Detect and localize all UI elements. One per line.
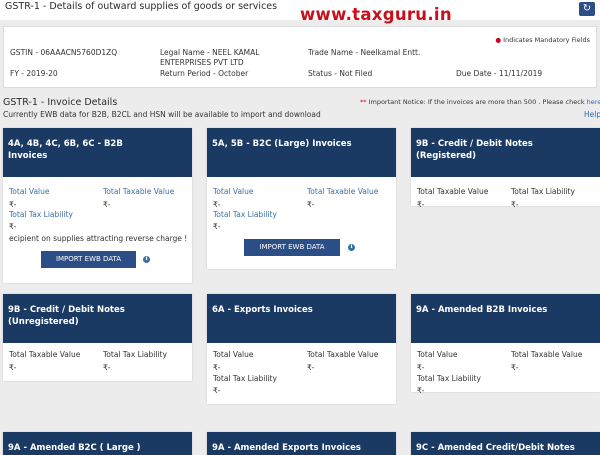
important-notice: ** Important Notice: If the invoices are… <box>360 98 600 106</box>
notice-here-link[interactable]: here <box>587 98 600 106</box>
taxpayer-info-box: ● Indicates Mandatory Fields GSTIN - 06A… <box>3 26 597 88</box>
return-period: Return Period - October <box>160 69 249 78</box>
tile-header[interactable]: 9A - Amended B2C ( Large ) <box>3 432 192 455</box>
tile-cdn-registered[interactable]: 9B - Credit / Debit Notes (Registered) T… <box>411 128 600 209</box>
tile-header[interactable]: 9A - Amended B2B Invoices <box>411 294 600 343</box>
tile-title: 9C - Amended Credit/Debit Notes <box>416 443 575 453</box>
page-title: GSTR-1 - Details of outward supplies of … <box>5 1 278 12</box>
total-tax-liability: ₹- <box>213 386 221 395</box>
info-icon[interactable]: i <box>143 256 150 263</box>
tile-title-line-2: Invoices <box>8 151 48 161</box>
total-tax-liability: ₹- <box>417 386 425 395</box>
total-taxable-value: ₹- <box>9 363 17 372</box>
tile-amended-b2b-invoices[interactable]: 9A - Amended B2B Invoices Total Value ₹-… <box>411 294 600 395</box>
tile-header[interactable]: 5A, 5B - B2C (Large) Invoices <box>207 128 396 177</box>
required-asterisk-icon: ● <box>495 36 502 44</box>
total-value: ₹- <box>213 200 221 209</box>
tile-header[interactable]: 9B - Credit / Debit Notes (Unregistered) <box>3 294 192 343</box>
watermark: www.taxguru.in <box>300 5 452 24</box>
total-taxable-value: ₹- <box>511 363 519 372</box>
total-tax-liability: ₹- <box>511 200 519 209</box>
total-tax-liability: ₹- <box>213 222 221 231</box>
mandatory-fields-note: ● Indicates Mandatory Fields <box>495 36 590 44</box>
total-tax-liability-label: Total Tax Liability <box>213 374 277 383</box>
mandatory-note-text: Indicates Mandatory Fields <box>503 36 590 44</box>
total-tax-liability-label: Total Tax Liability <box>213 210 277 219</box>
import-ewb-data-button[interactable]: IMPORT EWB DATA <box>41 251 136 268</box>
legal-name-line-1: Legal Name - NEEL KAMAL <box>160 48 260 57</box>
ewb-note: Currently EWB data for B2B, B2CL and HSN… <box>3 110 321 119</box>
tile-amended-b2c-large[interactable]: 9A - Amended B2C ( Large ) <box>3 432 192 455</box>
return-status: Status - Not Filed <box>308 69 373 78</box>
info-icon[interactable]: i <box>348 244 355 251</box>
financial-year: FY - 2019-20 <box>10 69 58 78</box>
total-taxable-value-label: Total Taxable Value <box>307 187 379 196</box>
tile-title: 4A, 4B, 4C, 6B, 6C - B2B <box>8 139 123 149</box>
import-ewb-data-button[interactable]: IMPORT EWB DATA <box>244 239 340 256</box>
total-tax-liability: ₹- <box>103 363 111 372</box>
total-value: ₹- <box>9 200 17 209</box>
total-value-label: Total Value <box>417 350 458 359</box>
total-value-label: Total Value <box>213 350 254 359</box>
total-tax-liability-label: Total Tax Liability <box>103 350 167 359</box>
tile-title: 9A - Amended Exports Invoices <box>212 443 361 453</box>
top-bar: GSTR-1 - Details of outward supplies of … <box>0 0 600 24</box>
tile-amended-exports-invoices[interactable]: 9A - Amended Exports Invoices <box>207 432 396 455</box>
reverse-charge-note: ecipient on supplies attracting reverse … <box>9 234 188 243</box>
total-taxable-value: ₹- <box>307 200 315 209</box>
refresh-icon: ↻ <box>582 3 592 14</box>
tile-exports-invoices[interactable]: 6A - Exports Invoices Total Value ₹- Tot… <box>207 294 396 404</box>
total-taxable-value: ₹- <box>103 200 111 209</box>
tile-b2b-invoices[interactable]: 4A, 4B, 4C, 6B, 6C - B2B Invoices Total … <box>3 128 192 283</box>
refresh-button[interactable]: ↻ <box>579 2 595 16</box>
help-link[interactable]: Help <box>584 110 600 119</box>
total-tax-liability-label: Total Tax Liability <box>511 187 575 196</box>
total-value: ₹- <box>213 363 221 372</box>
notice-text: Important Notice: If the invoices are mo… <box>368 98 585 106</box>
gstin: GSTIN - 06AAACN5760D1ZQ <box>10 48 118 57</box>
tile-header[interactable]: 4A, 4B, 4C, 6B, 6C - B2B Invoices <box>3 128 192 177</box>
tile-cdn-unregistered[interactable]: 9B - Credit / Debit Notes (Unregistered)… <box>3 294 192 381</box>
section-title: GSTR-1 - Invoice Details <box>3 97 118 108</box>
tile-title: 9B - Credit / Debit Notes <box>416 139 533 149</box>
total-taxable-value-label: Total Taxable Value <box>417 187 489 196</box>
total-value-label: Total Value <box>213 187 254 196</box>
total-taxable-value-label: Total Taxable Value <box>103 187 175 196</box>
tile-header[interactable]: 9C - Amended Credit/Debit Notes <box>411 432 600 455</box>
total-value: ₹- <box>417 363 425 372</box>
total-taxable-value-label: Total Taxable Value <box>9 350 81 359</box>
total-value-label: Total Value <box>9 187 50 196</box>
tile-header[interactable]: 9A - Amended Exports Invoices <box>207 432 396 455</box>
tile-title-line-2: (Unregistered) <box>8 317 79 327</box>
tile-title: 5A, 5B - B2C (Large) Invoices <box>212 139 352 149</box>
due-date: Due Date - 11/11/2019 <box>456 69 543 78</box>
tile-title: 6A - Exports Invoices <box>212 305 313 315</box>
tile-header[interactable]: 6A - Exports Invoices <box>207 294 396 343</box>
total-taxable-value-label: Total Taxable Value <box>307 350 379 359</box>
tile-title: 9A - Amended B2C ( Large ) <box>8 443 141 453</box>
tile-title: 9A - Amended B2B Invoices <box>416 305 548 315</box>
total-tax-liability-label: Total Tax Liability <box>9 210 73 219</box>
total-tax-liability: ₹- <box>9 222 17 231</box>
total-taxable-value: ₹- <box>307 363 315 372</box>
tile-title-line-2: (Registered) <box>416 151 477 161</box>
total-taxable-value-label: Total Taxable Value <box>511 350 583 359</box>
tile-amended-credit-debit-notes[interactable]: 9C - Amended Credit/Debit Notes <box>411 432 600 455</box>
total-tax-liability-label: Total Tax Liability <box>417 374 481 383</box>
tile-b2c-large-invoices[interactable]: 5A, 5B - B2C (Large) Invoices Total Valu… <box>207 128 396 269</box>
trade-name: Trade Name - Neelkamal Entt. <box>308 48 421 57</box>
tile-title: 9B - Credit / Debit Notes <box>8 305 125 315</box>
total-taxable-value: ₹- <box>417 200 425 209</box>
legal-name-line-2: ENTERPRISES PVT LTD <box>160 58 244 67</box>
tile-header[interactable]: 9B - Credit / Debit Notes (Registered) <box>411 128 600 177</box>
